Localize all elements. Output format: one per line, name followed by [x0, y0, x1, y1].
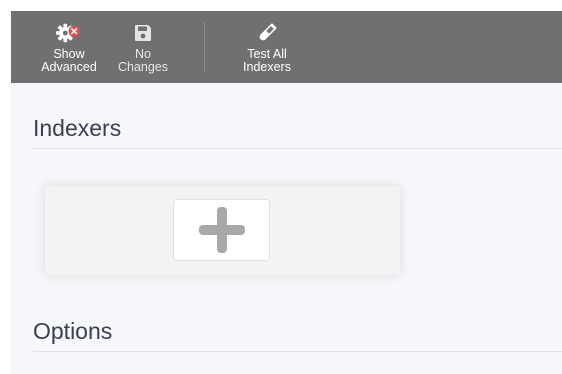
- gear-icon: [56, 21, 82, 45]
- indexers-list: [45, 186, 400, 275]
- no-changes-label: No Changes: [117, 47, 169, 74]
- test-all-indexers-button[interactable]: Test All Indexers: [237, 11, 297, 83]
- options-section-title: Options: [33, 318, 113, 344]
- settings-page: Show Advanced No Changes Test All Indexe…: [11, 11, 562, 374]
- indexers-section-title: Indexers: [33, 115, 122, 141]
- indexers-section-divider: [33, 148, 562, 149]
- no-changes-button[interactable]: No Changes: [115, 11, 171, 83]
- options-section-divider: [33, 351, 562, 352]
- show-advanced-button[interactable]: Show Advanced: [38, 11, 100, 83]
- plus-icon: [197, 205, 247, 255]
- add-indexer-button[interactable]: [173, 199, 270, 261]
- save-icon: [130, 21, 156, 45]
- test-all-indexers-label: Test All Indexers: [243, 47, 291, 74]
- toolbar-separator: [204, 22, 205, 72]
- show-advanced-label: Show Advanced: [41, 47, 97, 74]
- page-toolbar: Show Advanced No Changes Test All Indexe…: [11, 11, 562, 83]
- test-tube-icon: [254, 21, 280, 45]
